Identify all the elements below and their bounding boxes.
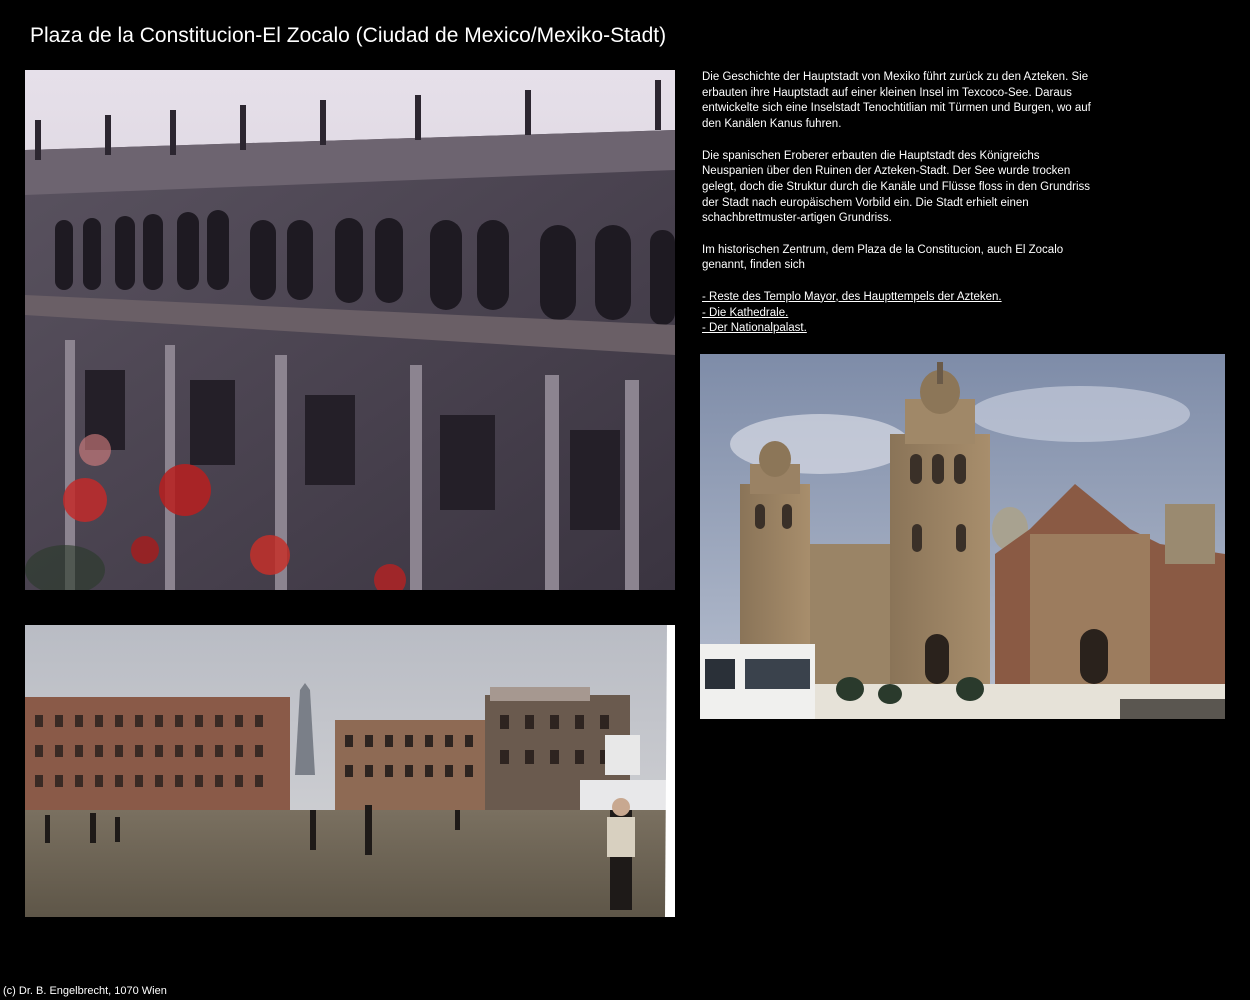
link-templo-mayor[interactable]: - Reste des Templo Mayor, des Haupttempe… <box>702 290 1102 306</box>
paragraph-history: Die Geschichte der Hauptstadt von Mexiko… <box>702 71 1091 131</box>
copyright-footer: (c) Dr. B. Engelbrecht, 1070 Wien <box>3 985 167 997</box>
page-title: Plaza de la Constitucion-El Zocalo (Ciud… <box>30 24 667 47</box>
description-text: Die Geschichte der Hauptstadt von Mexiko… <box>702 70 1102 337</box>
link-kathedrale[interactable]: - Die Kathedrale. <box>702 306 1102 322</box>
photo-palace-facade <box>25 70 675 590</box>
paragraph-zocalo-intro: Im historischen Zentrum, dem Plaza de la… <box>702 243 1064 272</box>
photo-zocalo-square <box>25 625 675 917</box>
photo-cathedral <box>700 354 1225 719</box>
related-links: - Reste des Templo Mayor, des Haupttempe… <box>702 290 1102 337</box>
link-nationalpalast[interactable]: - Der Nationalpalast. <box>702 321 1102 337</box>
paragraph-spanish-conquest: Die spanischen Eroberer erbauten die Hau… <box>702 149 1091 225</box>
